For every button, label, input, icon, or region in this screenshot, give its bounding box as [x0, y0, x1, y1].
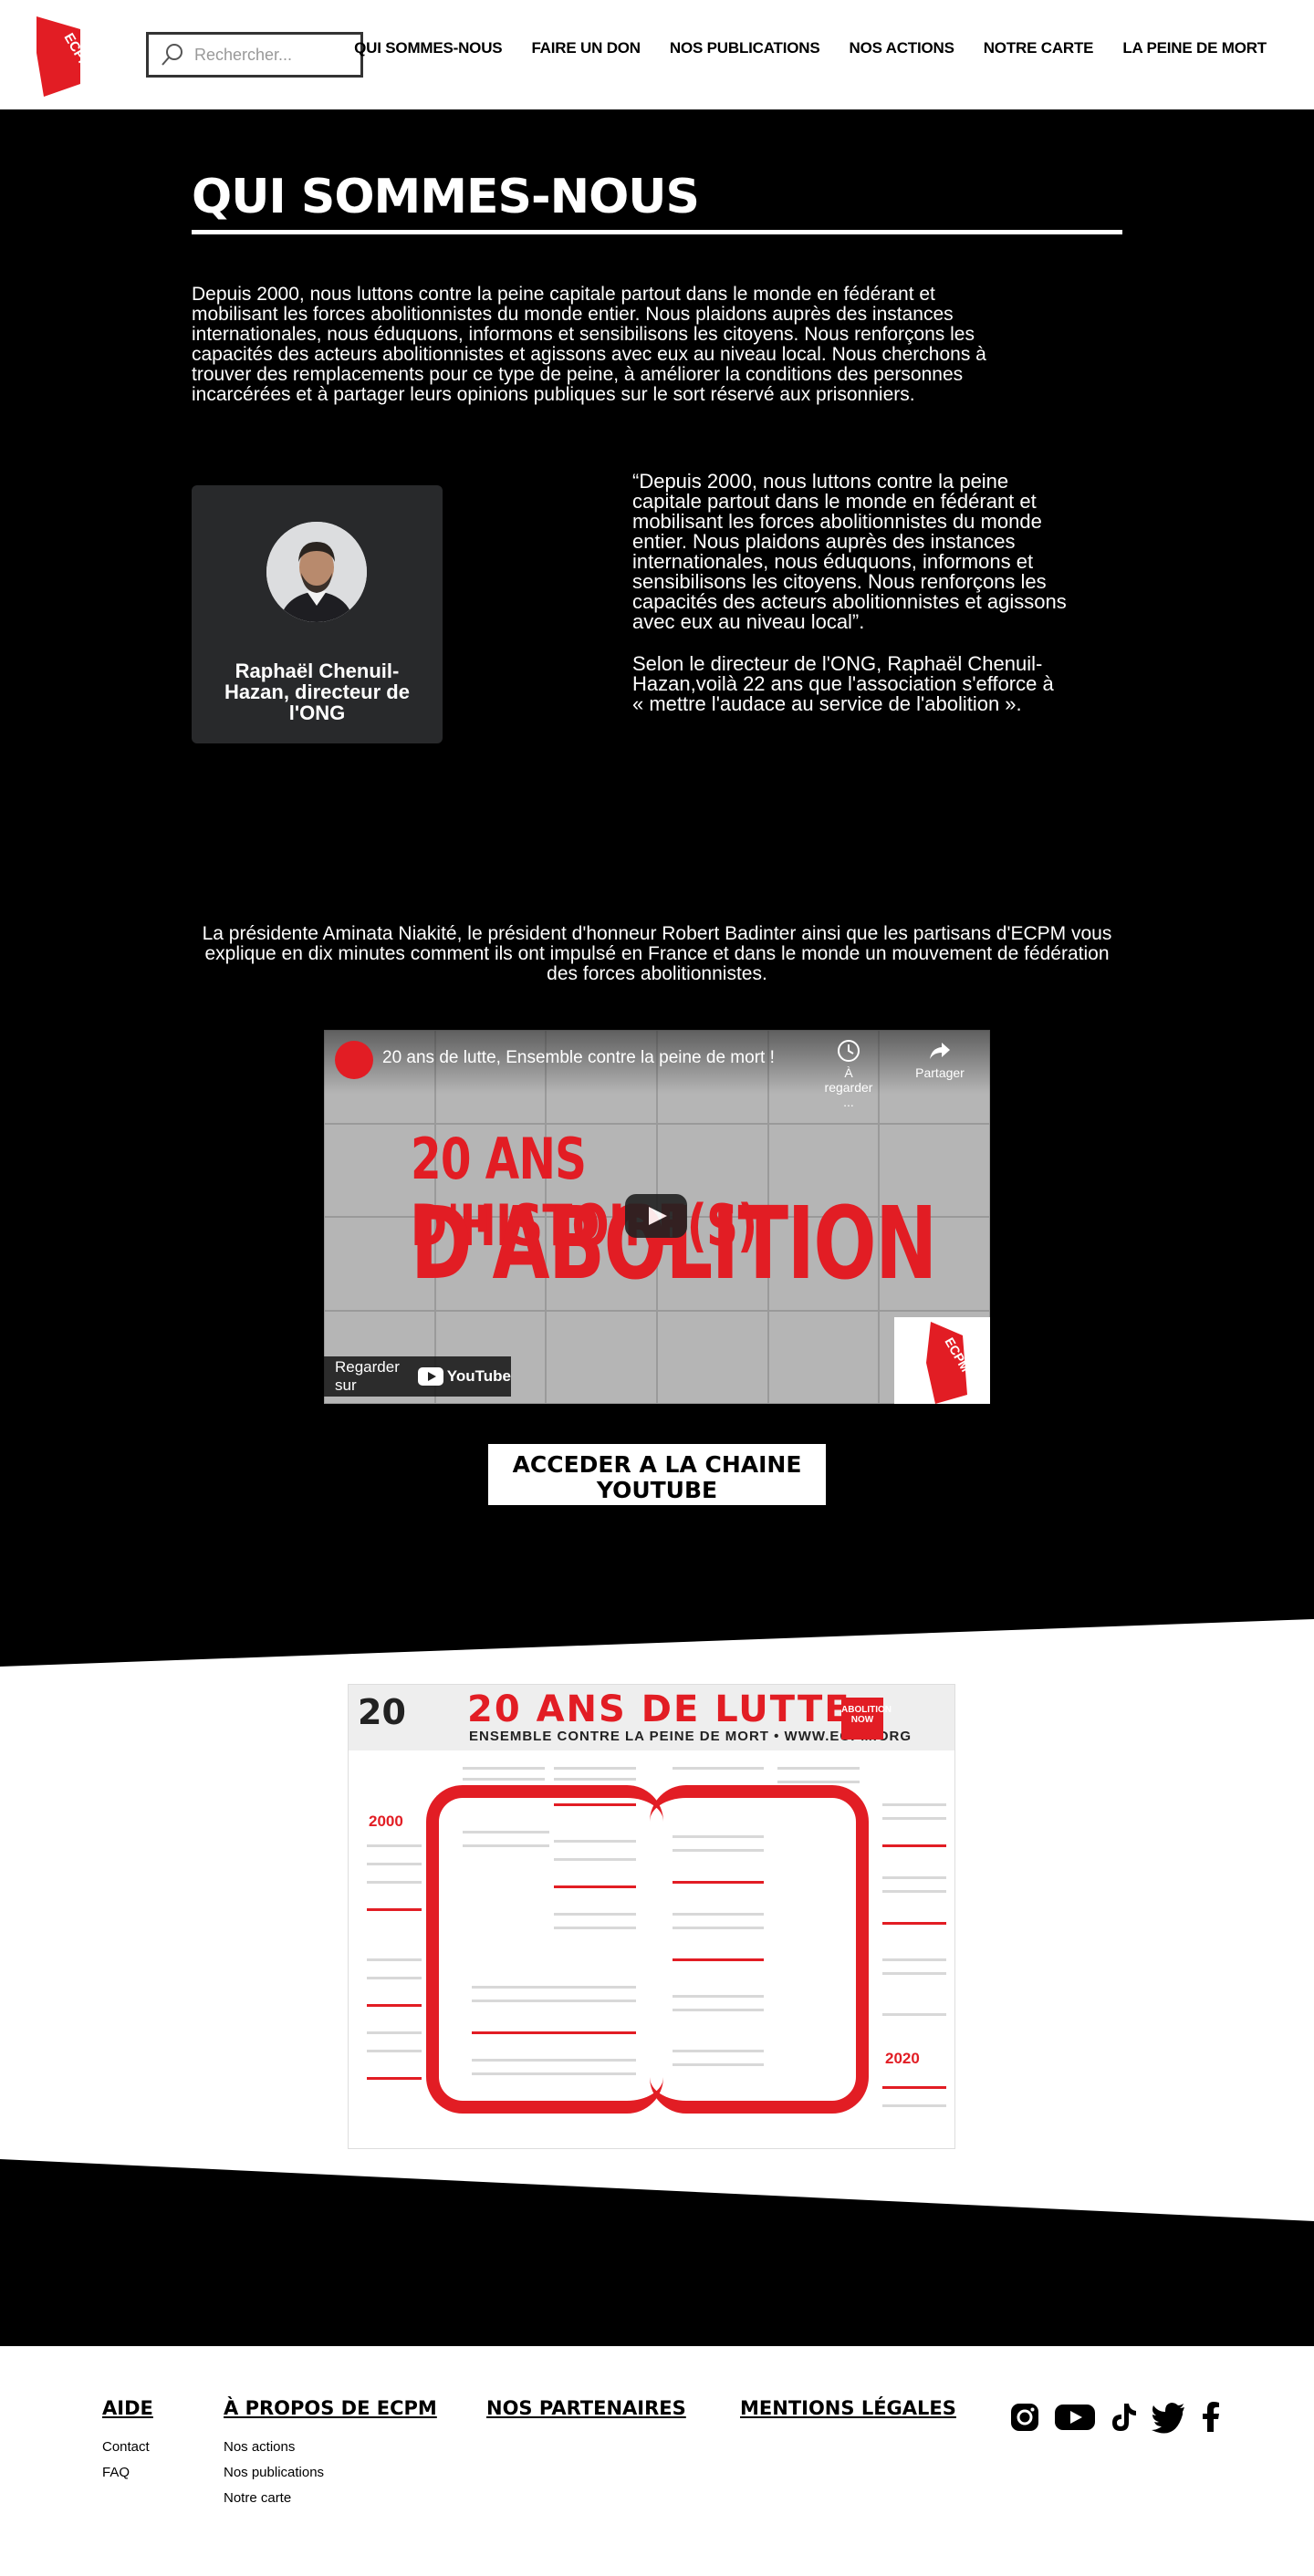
footer-link-nos-actions[interactable]: Nos actions: [224, 2439, 437, 2455]
nav-faire-un-don[interactable]: FAIRE UN DON: [531, 39, 641, 57]
ecpm-logo[interactable]: ECPM: [36, 16, 80, 97]
footer-aide-title[interactable]: AIDE: [102, 2397, 153, 2419]
footer-col-apropos: À PROPOS DE ECPM Nos actions Nos publica…: [224, 2397, 437, 2516]
poster-year-end: 2020: [885, 2050, 920, 2067]
youtube-channel-button[interactable]: ACCEDER A LA CHAINE YOUTUBE: [488, 1444, 826, 1505]
youtube-icon[interactable]: [1054, 2401, 1096, 2434]
search-input[interactable]: [194, 45, 359, 65]
footer-col-partenaires: NOS PARTENAIRES: [486, 2397, 686, 2439]
page-title: QUI SOMMES-NOUS: [192, 170, 700, 224]
director-quote: “Depuis 2000, nous luttons contre la pei…: [632, 472, 1070, 736]
quote-text: “Depuis 2000, nous luttons contre la pei…: [632, 470, 1067, 633]
youtube-icon: [417, 1367, 443, 1386]
share-icon: [930, 1043, 950, 1059]
footer-link-faq[interactable]: FAQ: [102, 2465, 153, 2480]
clock-icon: [838, 1040, 860, 1062]
nav-nos-actions[interactable]: NOS ACTIONS: [850, 39, 954, 57]
site-footer: AIDE Contact FAQ À PROPOS DE ECPM Nos ac…: [0, 2346, 1314, 2576]
footer-apropos-title[interactable]: À PROPOS DE ECPM: [224, 2397, 437, 2419]
twitter-icon[interactable]: [1151, 2401, 1187, 2434]
social-links: [1008, 2401, 1222, 2434]
poster-title: 20 ANS DE LUTTE: [467, 1688, 851, 1730]
nav-qui-sommes-nous[interactable]: QUI SOMMES-NOUS: [354, 39, 502, 57]
play-button[interactable]: [625, 1194, 687, 1238]
poster-abolition-now-badge: ABOLITION NOW: [841, 1698, 892, 1740]
footer-link-contact[interactable]: Contact: [102, 2439, 153, 2455]
share-button[interactable]: Partager: [908, 1039, 972, 1080]
watch-later-button[interactable]: À regarder ...: [821, 1039, 876, 1109]
nav-notre-carte[interactable]: NOTRE CARTE: [984, 39, 1094, 57]
intro-paragraph: Depuis 2000, nous luttons contre la pein…: [192, 284, 986, 405]
tiktok-icon[interactable]: [1109, 2401, 1138, 2434]
video-ecpm-logo: ECPM: [894, 1317, 990, 1404]
nav-la-peine-de-mort[interactable]: LA PEINE DE MORT: [1122, 39, 1267, 57]
footer-link-notre-carte[interactable]: Notre carte: [224, 2490, 437, 2506]
nav-nos-publications[interactable]: NOS PUBLICATIONS: [670, 39, 820, 57]
timeline-poster[interactable]: 20 20 ANS DE LUTTE ENSEMBLE CONTRE LA PE…: [348, 1684, 955, 2149]
director-avatar: [266, 522, 367, 622]
footer-link-nos-publications[interactable]: Nos publications: [224, 2465, 437, 2480]
search-icon: [162, 44, 182, 66]
poster-timeline-road-left: [426, 1785, 663, 2114]
main-nav: QUI SOMMES-NOUS FAIRE UN DON NOS PUBLICA…: [354, 39, 1267, 57]
director-name: Raphaël Chenuil-Hazan, directeur de l'ON…: [224, 660, 410, 724]
video-channel-avatar[interactable]: [335, 1041, 373, 1079]
poster-year-start: 2000: [369, 1813, 403, 1830]
director-card: Raphaël Chenuil-Hazan, directeur de l'ON…: [192, 485, 443, 743]
video-intro-text: La présidente Aminata Niakité, le présid…: [202, 923, 1112, 984]
facebook-icon[interactable]: [1200, 2401, 1222, 2434]
youtube-video-embed[interactable]: 20 ans de lutte, Ensemble contre la pein…: [324, 1030, 990, 1404]
video-title[interactable]: 20 ans de lutte, Ensemble contre la pein…: [382, 1048, 775, 1068]
footer-mentions-title[interactable]: MENTIONS LÉGALES: [740, 2397, 956, 2419]
footer-partenaires-title[interactable]: NOS PARTENAIRES: [486, 2397, 686, 2419]
footer-col-aide: AIDE Contact FAQ: [102, 2397, 153, 2490]
footer-col-mentions: MENTIONS LÉGALES: [740, 2397, 956, 2439]
instagram-icon[interactable]: [1008, 2401, 1041, 2434]
title-underline: [192, 230, 1122, 234]
search-box[interactable]: [146, 32, 363, 78]
watch-on-youtube-button[interactable]: Regarder sur YouTube: [324, 1356, 511, 1397]
poster-20-badge: 20: [358, 1692, 406, 1732]
quote-caption: Selon le directeur de l'ONG, Raphaël Che…: [632, 652, 1054, 715]
site-header: ECPM QUI SOMMES-NOUS FAIRE UN DON NOS PU…: [0, 0, 1314, 109]
